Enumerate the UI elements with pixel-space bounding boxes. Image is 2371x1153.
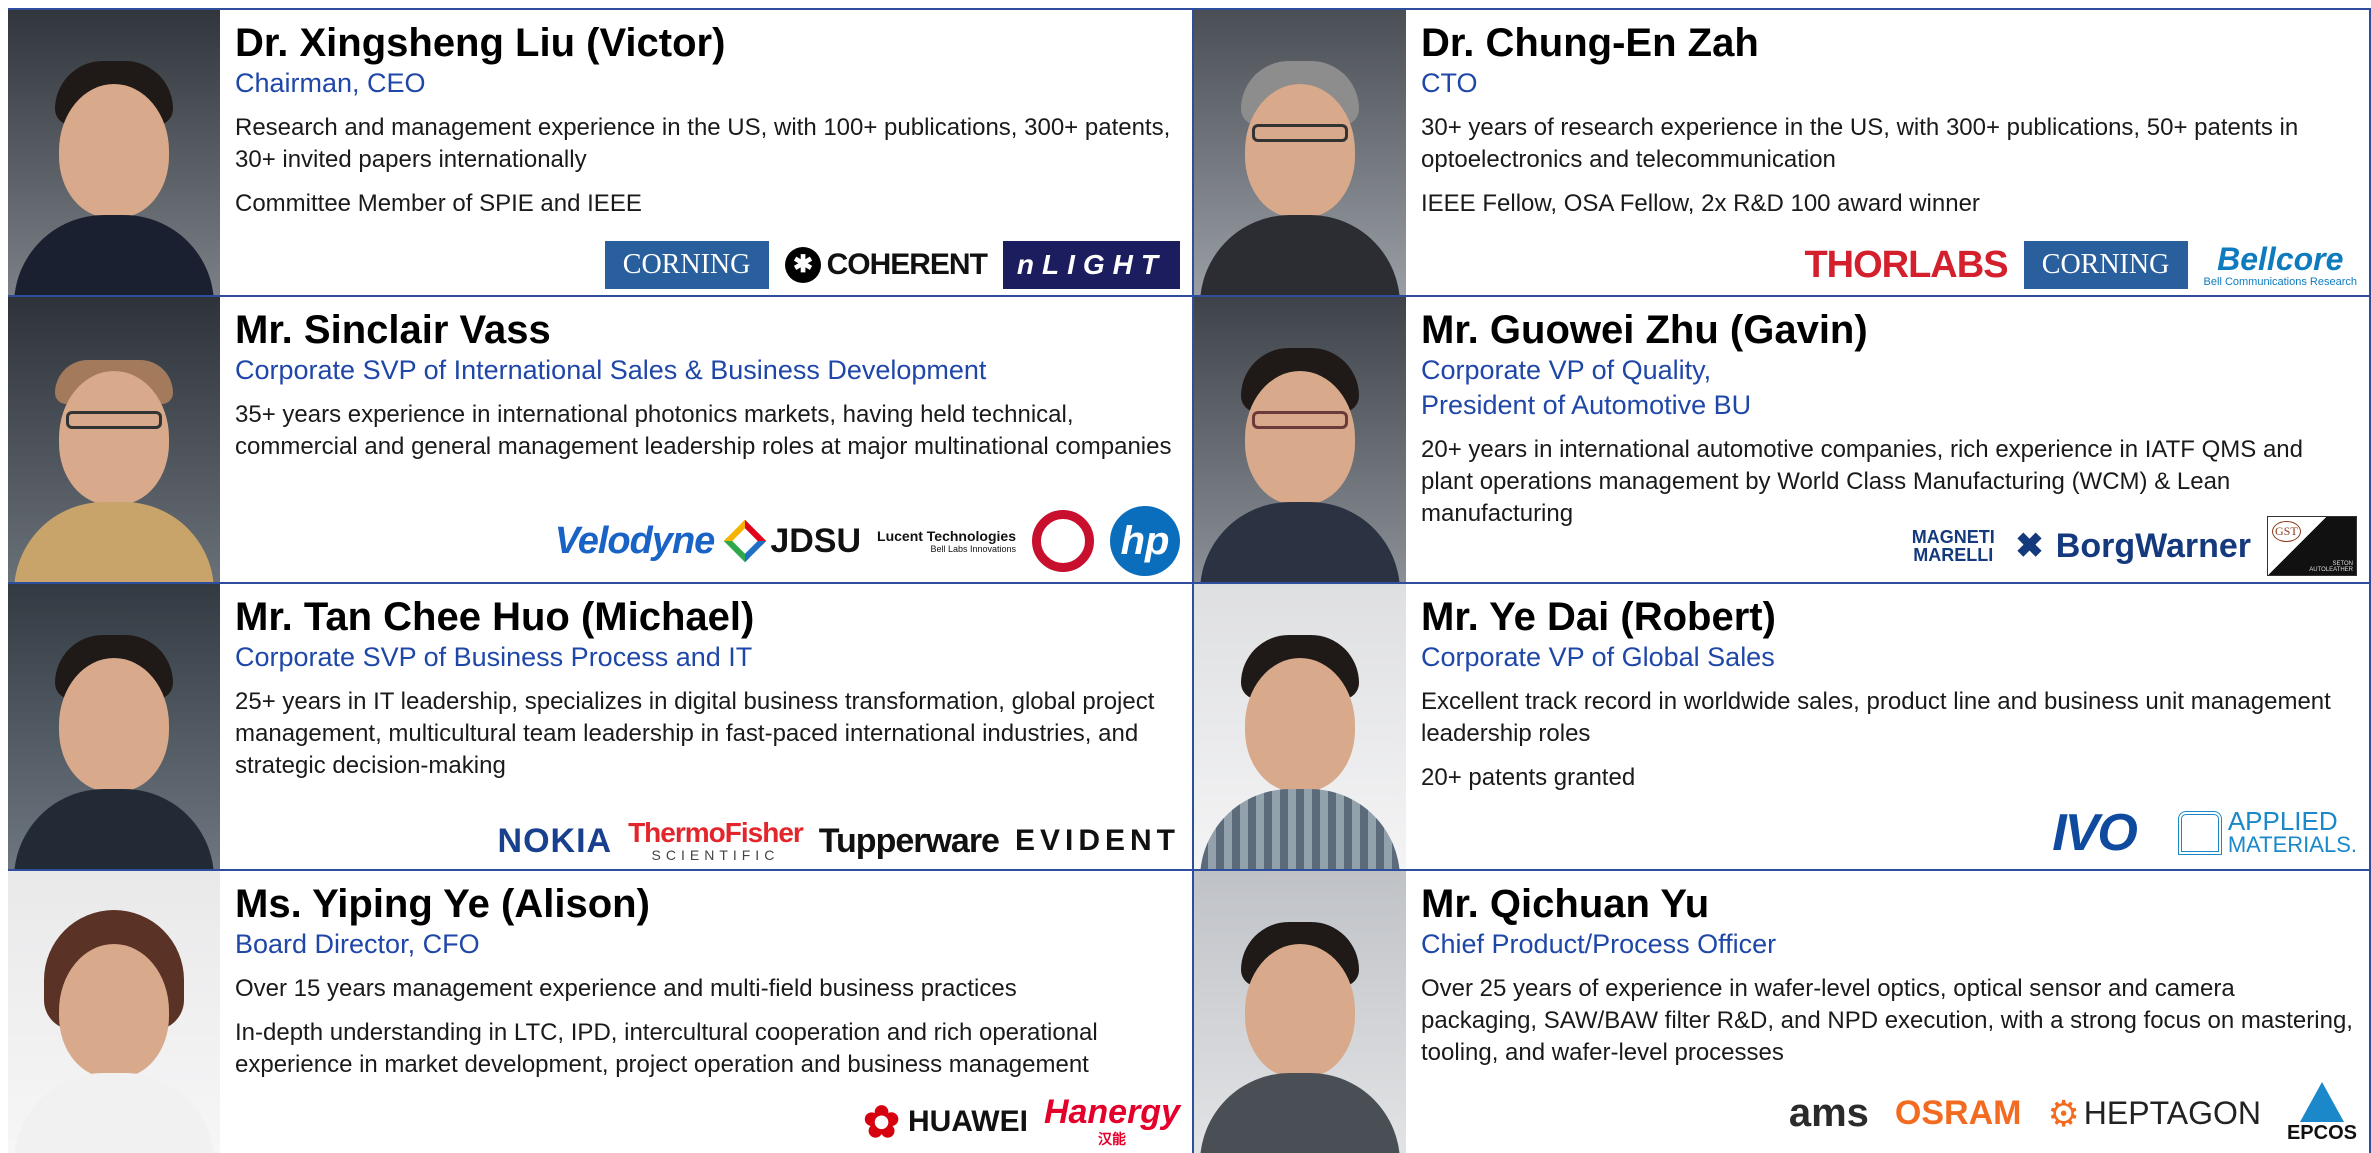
velodyne-logo: Velodyne — [554, 519, 716, 562]
osram-logo: OSRAM — [1894, 1094, 2022, 1132]
borgwarner-logo: ✖ BorgWarner — [2015, 526, 2251, 566]
person-title: Chairman, CEO — [235, 68, 426, 98]
person-card: Mr. Guowei Zhu (Gavin) Corporate VP of Q… — [1194, 295, 2371, 582]
company-logos: CORNING ✱ COHERENT nLIGHT — [604, 241, 1180, 289]
person-description: Committee Member of SPIE and IEEE — [235, 190, 642, 217]
person-card: Mr. Sinclair Vass Corporate SVP of Inter… — [8, 295, 1194, 582]
person-photo — [8, 297, 220, 582]
person-title: CTO — [1421, 68, 1478, 98]
person-description: Research and management experience in th… — [235, 114, 1171, 173]
person-card: Ms. Yiping Ye (Alison) Board Director, C… — [8, 869, 1194, 1153]
person-photo — [1194, 871, 1406, 1153]
person-card: Dr. Xingsheng Liu (Victor) Chairman, CEO… — [8, 8, 1194, 295]
person-name: Mr. Ye Dai (Robert) — [1421, 595, 1776, 639]
person-title: Corporate VP of Quality, — [1421, 355, 1712, 385]
bellcore-logo: Bellcore Bell Communications Research — [2203, 241, 2357, 288]
applied-materials-icon — [2177, 811, 2222, 855]
person-description: In-depth understanding in LTC, IPD, inte… — [235, 1019, 1098, 1078]
company-logos: IVO APPLIED MATERIALS. — [2052, 803, 2357, 863]
leadership-grid: Dr. Xingsheng Liu (Victor) Chairman, CEO… — [8, 8, 2371, 1153]
person-description: 25+ years in IT leadership, specializes … — [235, 688, 1155, 779]
thermofisher-logo: ThermoFisher SCIENTIFIC — [628, 817, 804, 864]
person-title: Board Director, CFO — [235, 929, 480, 959]
person-title: Corporate SVP of Business Process and IT — [235, 642, 753, 672]
ams-logo: ams — [1788, 1091, 1869, 1135]
person-card: Mr. Tan Chee Huo (Michael) Corporate SVP… — [8, 582, 1194, 869]
company-logos: Velodyne JDSU Lucent Technologies Bell L… — [555, 506, 1180, 576]
person-title-2: President of Automotive BU — [1421, 390, 1752, 420]
jdsu-logo: JDSU — [724, 519, 861, 563]
seton-logo: GST SETON AUTOLEATHER — [2267, 516, 2357, 576]
person-description: Excellent track record in worldwide sale… — [1421, 688, 2331, 747]
ivo-logo: IVO — [2052, 804, 2138, 862]
person-photo — [8, 584, 220, 869]
person-photo — [1194, 584, 1406, 869]
person-description: IEEE Fellow, OSA Fellow, 2x R&D 100 awar… — [1421, 190, 1980, 217]
person-card: Dr. Chung-En Zah CTO 30+ years of resear… — [1194, 8, 2371, 295]
person-card: Mr. Qichuan Yu Chief Product/Process Off… — [1194, 869, 2371, 1153]
evident-logo: EVIDENT — [1014, 824, 1180, 857]
person-card: Mr. Ye Dai (Robert) Corporate VP of Glob… — [1194, 582, 2371, 869]
epcos-logo: EPCOS — [2287, 1082, 2357, 1145]
person-description: 30+ years of research experience in the … — [1421, 114, 2299, 173]
person-photo — [1194, 297, 1406, 582]
heptagon-logo: ⚙ HEPTAGON — [2047, 1092, 2261, 1134]
huawei-logo: ✿ HUAWEI — [863, 1097, 1028, 1147]
nokia-logo: NOKIA — [497, 821, 613, 860]
lucent-logo: Lucent Technologies Bell Labs Innovation… — [877, 528, 1016, 554]
person-title: Chief Product/Process Officer — [1421, 929, 1777, 959]
person-description: Over 25 years of experience in wafer-lev… — [1421, 975, 2353, 1066]
corning-logo: CORNING — [2023, 241, 2188, 289]
person-title: Corporate SVP of International Sales & B… — [235, 355, 987, 385]
heptagon-icon: ⚙ — [2047, 1092, 2080, 1134]
lucent-ring-icon — [1032, 510, 1094, 572]
person-photo — [8, 871, 220, 1153]
person-photo — [1194, 10, 1406, 295]
company-logos: THORLABS CORNING Bellcore Bell Communica… — [1804, 241, 2357, 289]
person-description: Over 15 years management experience and … — [235, 975, 1017, 1002]
applied-materials-logo: APPLIED MATERIALS. — [2177, 808, 2357, 857]
tupperware-logo: Tupperware — [818, 821, 1000, 860]
company-logos: ams OSRAM ⚙ HEPTAGON EPCOS — [1789, 1082, 2357, 1145]
company-logos: NOKIA ThermoFisher SCIENTIFIC Tupperware… — [497, 817, 1180, 864]
person-description: 35+ years experience in international ph… — [235, 401, 1172, 460]
huawei-icon: ✿ — [863, 1097, 900, 1147]
coherent-icon: ✱ — [784, 247, 821, 283]
person-name: Mr. Sinclair Vass — [235, 308, 551, 352]
person-photo — [8, 10, 220, 295]
person-name: Dr. Chung-En Zah — [1421, 21, 1759, 65]
thorlabs-logo: THORLABS — [1804, 243, 2008, 286]
epcos-icon — [2299, 1082, 2344, 1122]
hp-logo: hp — [1110, 506, 1180, 576]
person-title: Corporate VP of Global Sales — [1421, 642, 1775, 672]
company-logos: MAGNETI MARELLI ✖ BorgWarner GST SETON A… — [1907, 516, 2357, 576]
person-name: Dr. Xingsheng Liu (Victor) — [235, 21, 726, 65]
coherent-logo: ✱ COHERENT — [784, 247, 988, 283]
person-name: Ms. Yiping Ye (Alison) — [235, 882, 650, 926]
person-name: Mr. Tan Chee Huo (Michael) — [235, 595, 755, 639]
nlight-logo: nLIGHT — [1002, 241, 1180, 289]
borgwarner-icon: ✖ — [2015, 527, 2044, 565]
corning-logo: CORNING — [604, 241, 769, 289]
person-name: Mr. Guowei Zhu (Gavin) — [1421, 308, 1868, 352]
person-description: 20+ patents granted — [1421, 764, 1636, 791]
jdsu-icon — [724, 519, 767, 563]
company-logos: ✿ HUAWEI Hanergy 汉能 — [863, 1095, 1180, 1149]
person-name: Mr. Qichuan Yu — [1421, 882, 1710, 926]
magneti-marelli-logo: MAGNETI MARELLI — [1911, 527, 1995, 565]
hanergy-logo: Hanergy 汉能 — [1043, 1093, 1180, 1147]
